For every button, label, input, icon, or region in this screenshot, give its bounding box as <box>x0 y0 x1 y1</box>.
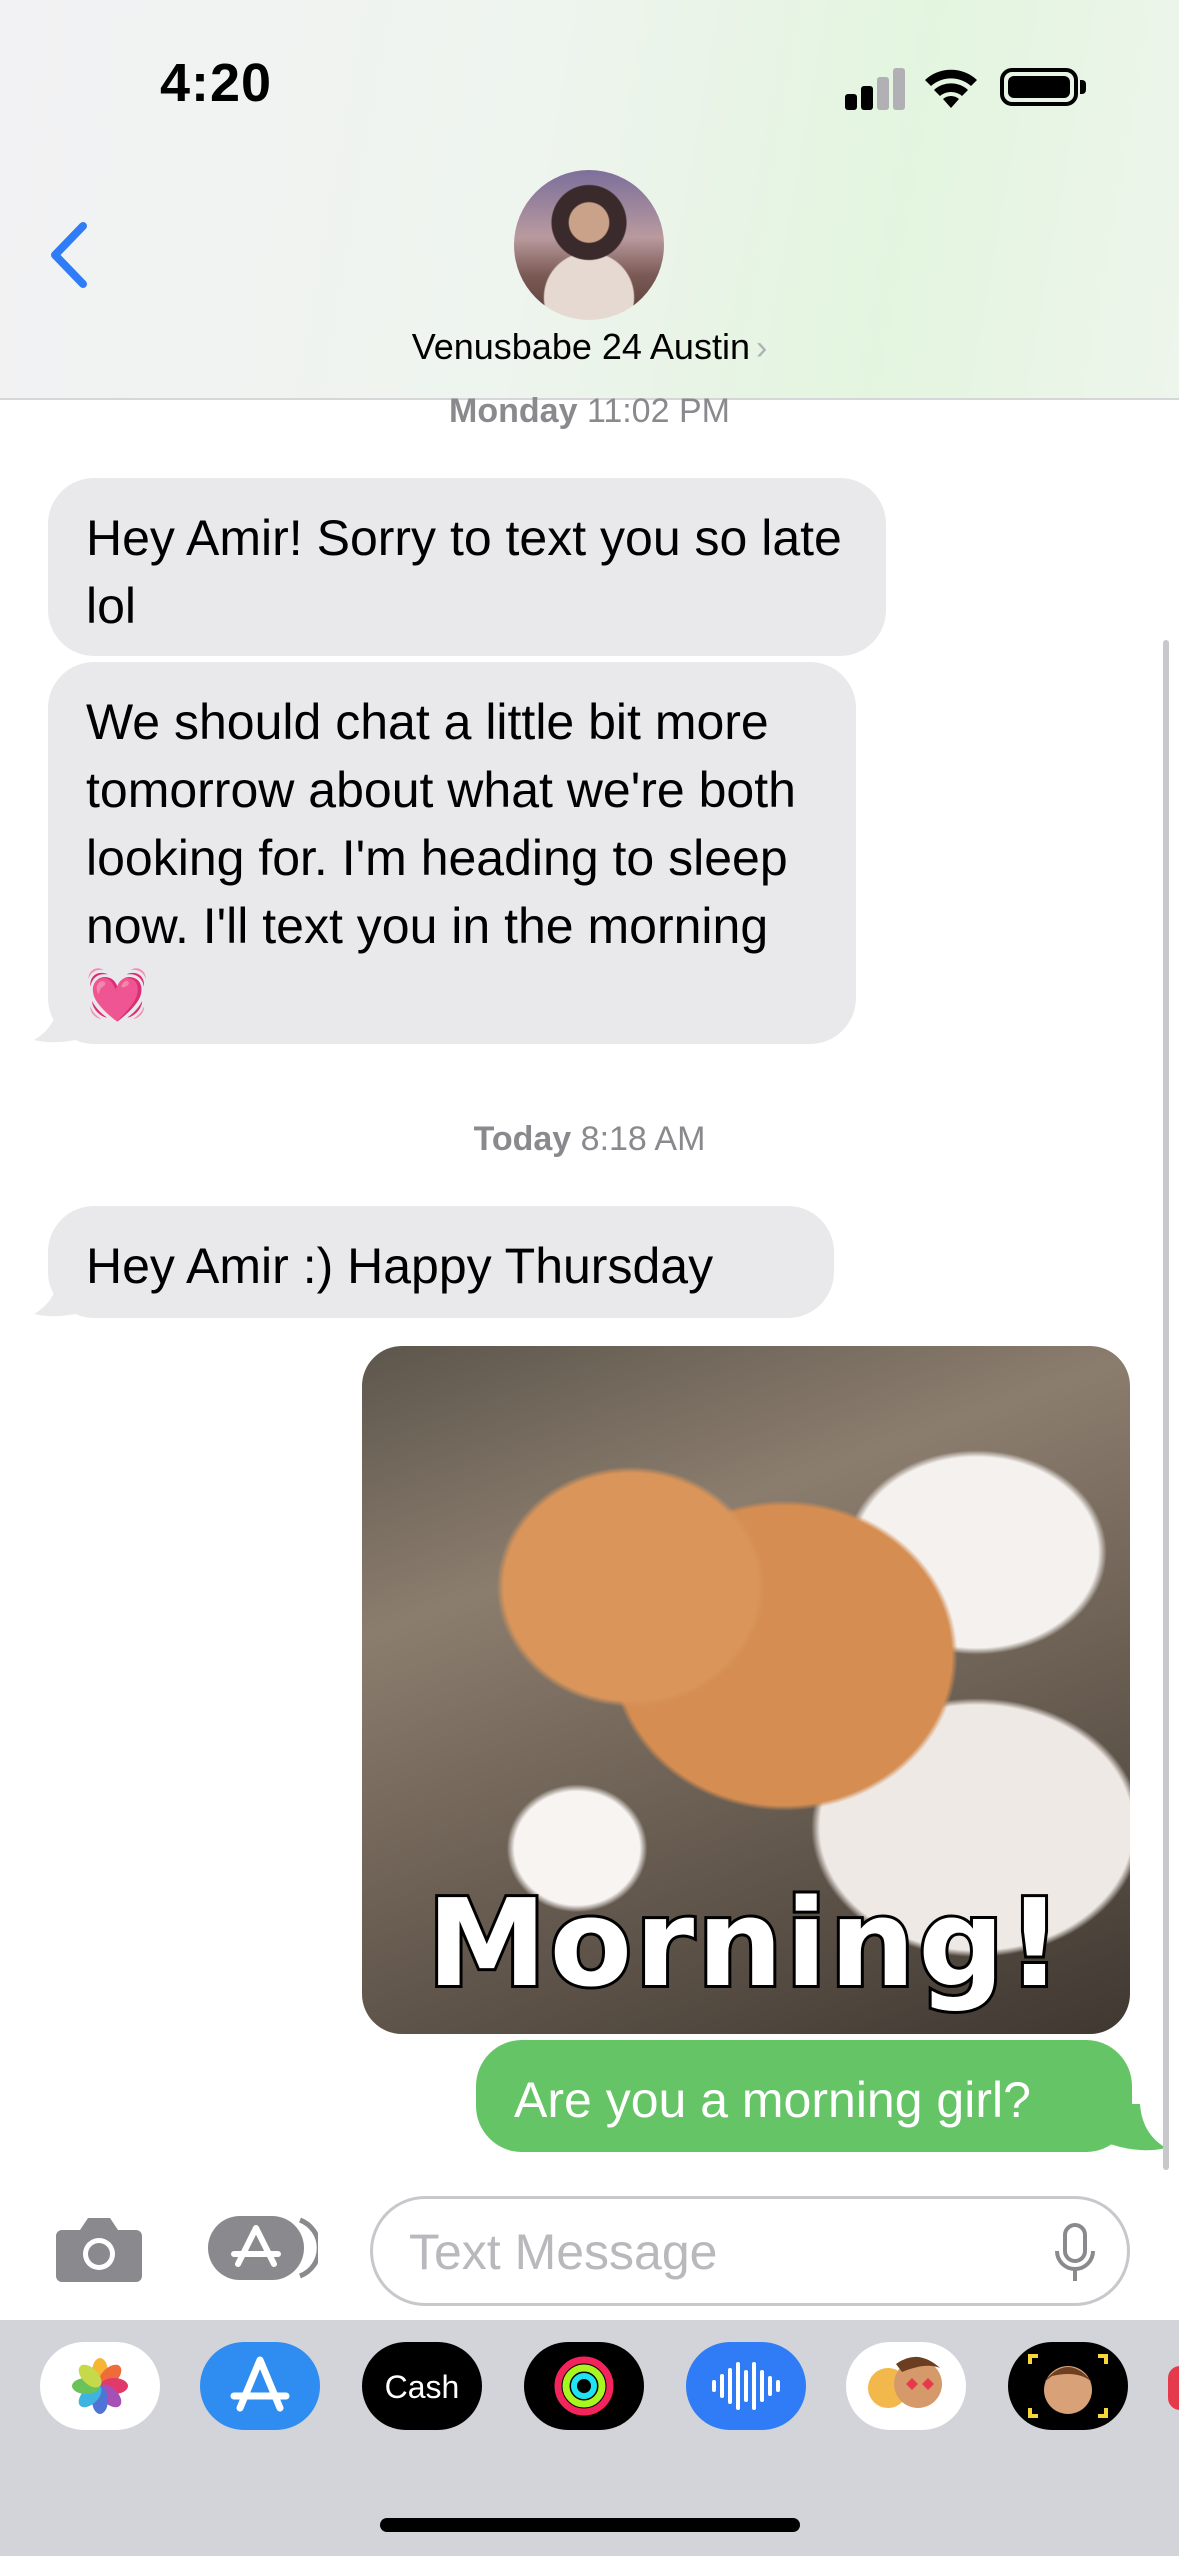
app-store-drawer-icon[interactable] <box>208 2214 318 2282</box>
audio-icon[interactable] <box>686 2342 806 2430</box>
status-time: 4:20 <box>160 53 273 113</box>
morning-cat-gif[interactable]: Morning! <box>362 1346 1130 2034</box>
bubble-tail <box>34 996 90 1043</box>
memoji-stickers-icon[interactable] <box>846 2342 966 2430</box>
contact-name: Venusbabe 24 Austin <box>411 326 750 367</box>
photos-icon[interactable] <box>40 2342 160 2430</box>
bubble-tail <box>34 1270 90 1317</box>
chevron-right-icon: › <box>755 329 768 367</box>
home-indicator[interactable] <box>380 2518 800 2532</box>
camera-icon[interactable] <box>54 2212 144 2284</box>
timestamp-monday: Monday 11:02 PM <box>449 392 730 430</box>
contact-name-button[interactable]: Venusbabe 24 Austin › <box>0 326 1179 368</box>
cash-label: Cash <box>385 2369 460 2405</box>
app-store-icon[interactable] <box>200 2342 320 2430</box>
contact-avatar[interactable] <box>514 170 664 320</box>
outgoing-message[interactable]: Are you a morning girl? <box>476 2040 1132 2152</box>
cellular-signal-icon <box>845 66 907 110</box>
incoming-message[interactable]: We should chat a little bit more tomorro… <box>48 662 856 1044</box>
cash-icon[interactable]: Cash <box>362 2342 482 2430</box>
incoming-message[interactable]: Hey Amir! Sorry to text you so late lol <box>48 478 886 656</box>
message-compose-field[interactable] <box>370 2196 1130 2306</box>
gif-caption: Morning! <box>424 1872 1065 2017</box>
battery-nub <box>1080 80 1086 94</box>
back-chevron-icon[interactable] <box>45 220 95 290</box>
microphone-icon[interactable] <box>1053 2223 1097 2285</box>
fitness-icon[interactable] <box>524 2342 644 2430</box>
wifi-icon <box>925 69 977 108</box>
memoji-icon[interactable] <box>1008 2342 1128 2430</box>
battery-icon <box>1000 68 1078 106</box>
scrollbar[interactable] <box>1163 640 1169 2170</box>
bubble-tail <box>1110 2104 1166 2151</box>
text-message-input[interactable] <box>409 2217 1029 2287</box>
conversation-header: 4:20 Venusbabe 24 Austin › <box>0 0 1179 400</box>
incoming-message[interactable]: Hey Amir :) Happy Thursday <box>48 1206 834 1318</box>
more-apps-icon[interactable] <box>1168 2366 1179 2410</box>
timestamp-today: Today 8:18 AM <box>473 1120 706 1158</box>
